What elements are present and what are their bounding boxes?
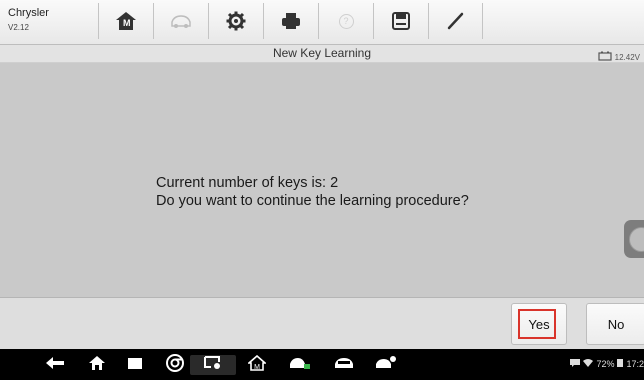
vehicle-make: Chrysler: [8, 7, 49, 19]
car-user-button[interactable]: [372, 355, 400, 375]
car-user-icon: [374, 355, 398, 376]
top-toolbar: Chrysler V2.12 M ?: [0, 0, 644, 45]
print-button[interactable]: [263, 3, 318, 39]
annotate-button[interactable]: [428, 3, 483, 39]
screen-record-button[interactable]: [190, 355, 236, 375]
status-tray: 72% 17:2: [570, 358, 644, 369]
car-button[interactable]: [330, 355, 358, 375]
help-icon: ?: [338, 13, 354, 29]
toolbar-tools: M ?: [98, 3, 483, 41]
recent-apps-icon: [127, 356, 143, 375]
floating-assist-button[interactable]: [624, 220, 644, 258]
autel-home-button[interactable]: M: [244, 354, 270, 376]
clock: 17:2: [626, 358, 644, 369]
dialog-message: Current number of keys is: 2 Do you want…: [156, 174, 469, 210]
vehicle-swap-button[interactable]: [153, 3, 208, 39]
dialog-area: Current number of keys is: 2 Do you want…: [0, 63, 644, 297]
dialog-line-question: Do you want to continue the learning pro…: [156, 193, 469, 209]
no-button[interactable]: No: [586, 303, 644, 345]
system-nav-bar: M 72% 17:2: [0, 349, 644, 380]
help-button[interactable]: ?: [318, 3, 373, 39]
vehicle-brand: Chrysler V2.12: [4, 4, 92, 40]
chrome-icon: [166, 353, 184, 377]
back-button[interactable]: [42, 355, 68, 375]
action-bar: Yes No: [0, 297, 644, 350]
battery-percent: 72%: [596, 358, 615, 369]
home-button[interactable]: M: [98, 3, 153, 39]
dialog-line-key-count: Current number of keys is: 2: [156, 175, 339, 191]
car-service-icon: [288, 355, 312, 376]
page-title: New Key Learning: [272, 46, 372, 60]
back-icon: [45, 356, 65, 375]
car-service-button[interactable]: [286, 355, 314, 375]
settings-button[interactable]: [208, 3, 263, 39]
pen-icon: [446, 11, 466, 31]
battery-icon: [617, 358, 624, 369]
home-icon: [88, 355, 106, 376]
save-icon: [392, 12, 410, 30]
save-button[interactable]: [373, 3, 428, 39]
vehicle-swap-icon: [169, 12, 193, 30]
software-version: V2.12: [8, 23, 29, 32]
assist-ring-icon: [629, 227, 644, 252]
recent-apps-button[interactable]: [122, 355, 148, 375]
battery-voltage: 12.42V: [614, 52, 640, 62]
chrome-button[interactable]: [162, 353, 188, 377]
gear-icon: [226, 11, 246, 31]
wifi-icon: [583, 358, 594, 369]
yes-button[interactable]: Yes: [511, 303, 567, 345]
message-icon: [570, 358, 581, 369]
title-bar: New Key Learning 12.42V: [0, 45, 644, 63]
printer-icon: [281, 12, 301, 30]
nav-home-button[interactable]: [84, 355, 110, 375]
svg-text:M: M: [254, 364, 260, 371]
autel-home-icon: M: [246, 354, 268, 376]
screen-record-icon: [203, 355, 223, 376]
car-icon: [333, 356, 355, 375]
home-icon-letter: M: [123, 18, 131, 28]
